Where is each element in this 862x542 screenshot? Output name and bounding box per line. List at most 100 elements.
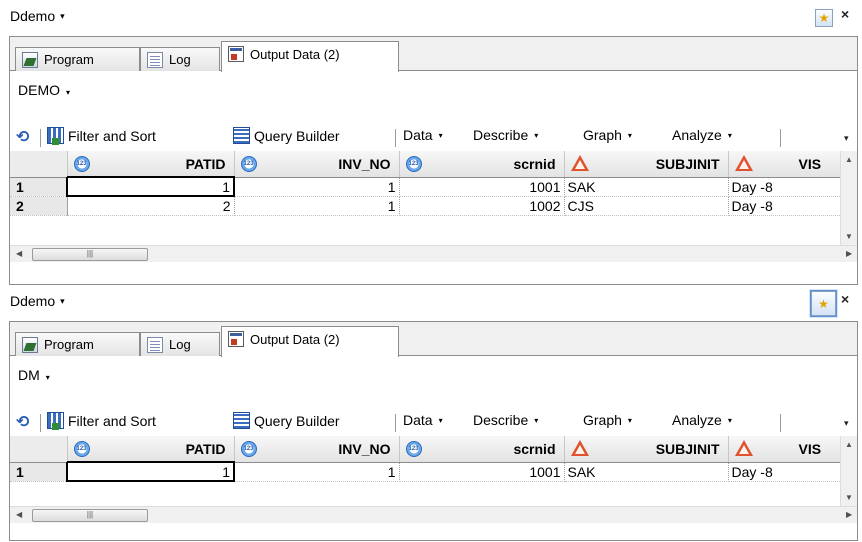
close-icon[interactable]: × xyxy=(841,6,849,22)
chevron-down-icon: ▾ xyxy=(60,11,65,21)
chevron-down-icon: ▾ xyxy=(727,130,732,140)
tab-log[interactable]: Log xyxy=(140,47,220,71)
query-builder-button[interactable]: Query Builder xyxy=(233,412,340,429)
column-header-scrnid[interactable]: 123 scrnid xyxy=(399,151,565,178)
refresh-button[interactable]: ⟲ xyxy=(16,127,36,146)
horizontal-scroll-thumb[interactable]: ||| xyxy=(32,509,148,522)
column-header-subjinit[interactable]: SUBJINIT xyxy=(564,436,729,463)
toolbar-separator xyxy=(40,129,41,147)
table-cell[interactable]: SAK xyxy=(564,462,729,482)
table-cell[interactable]: 1 xyxy=(234,462,400,482)
filter-and-sort-label: Filter and Sort xyxy=(68,412,156,429)
grip-icon: ||| xyxy=(86,510,94,519)
horizontal-scrollbar[interactable]: ◀ ||| ▶ xyxy=(10,506,857,523)
table-cell[interactable]: Day -8 xyxy=(728,462,857,482)
table-cell[interactable]: 1001 xyxy=(399,462,565,482)
horizontal-scrollbar[interactable]: ◀ ||| ▶ xyxy=(10,245,857,262)
table-row: 2 2 1 1002 CJS Day -8 xyxy=(10,196,857,216)
table-cell[interactable]: SAK xyxy=(564,177,729,197)
scroll-left-arrow-icon[interactable]: ◀ xyxy=(16,510,22,519)
describe-menu[interactable]: Describe ▾ xyxy=(473,127,538,143)
toolbar-overflow-icon[interactable]: ▾ xyxy=(844,419,849,428)
vertical-scrollbar[interactable]: ▲ ▼ xyxy=(840,436,857,506)
chevron-down-icon: ▾ xyxy=(627,415,632,425)
chevron-down-icon: ▾ xyxy=(534,130,539,140)
table-cell-selected[interactable]: 1 xyxy=(66,176,235,197)
table-cell[interactable]: 1001 xyxy=(399,177,565,197)
graph-menu[interactable]: Graph ▾ xyxy=(583,412,632,428)
tab-strip: Program Log Output Data (2) xyxy=(10,322,857,357)
column-header-label: VIS xyxy=(798,440,822,457)
column-header-label: PATID xyxy=(185,155,226,172)
numeric-column-icon: 123 xyxy=(405,156,422,172)
tab-program[interactable]: Program xyxy=(15,47,140,71)
pane-title-dropdown[interactable]: Ddemo ▾ xyxy=(10,8,65,24)
chevron-down-icon: ▾ xyxy=(438,415,443,425)
describe-menu[interactable]: Describe ▾ xyxy=(473,412,538,428)
data-grid: 123 PATID 123 INV_NO 123 scrnid SUBJINIT VI… xyxy=(10,436,857,506)
scroll-left-arrow-icon[interactable]: ◀ xyxy=(16,249,22,258)
scroll-right-arrow-icon[interactable]: ▶ xyxy=(846,510,852,519)
dataset-dropdown[interactable]: DEMO ▾ xyxy=(18,82,70,98)
header-row: 123 PATID 123 INV_NO 123 scrnid SUBJINIT VI… xyxy=(10,151,857,178)
table-cell[interactable]: 2 xyxy=(67,196,235,216)
query-builder-label: Query Builder xyxy=(254,412,340,429)
tab-log[interactable]: Log xyxy=(140,332,220,356)
column-header-label: scrnid xyxy=(513,155,556,172)
toolbar-separator xyxy=(780,129,781,147)
corner-cell[interactable] xyxy=(10,151,68,178)
column-header-inv-no[interactable]: 123 INV_NO xyxy=(234,151,400,178)
analyze-menu[interactable]: Analyze ▾ xyxy=(672,412,732,428)
pin-window-icon[interactable]: ★ xyxy=(815,9,833,27)
table-row: 1 1 1 1001 SAK Day -8 xyxy=(10,461,857,482)
refresh-icon: ⟲ xyxy=(16,129,30,146)
scroll-down-arrow-icon[interactable]: ▼ xyxy=(845,232,853,241)
row-header[interactable]: 1 xyxy=(10,462,68,482)
column-header-inv-no[interactable]: 123 INV_NO xyxy=(234,436,400,463)
table-cell-selected[interactable]: 1 xyxy=(66,461,235,482)
corner-cell[interactable] xyxy=(10,436,68,463)
data-menu[interactable]: Data ▾ xyxy=(403,412,443,428)
horizontal-scroll-thumb[interactable]: ||| xyxy=(32,248,148,261)
scroll-up-arrow-icon[interactable]: ▲ xyxy=(845,155,853,164)
filter-and-sort-button[interactable]: Filter and Sort xyxy=(47,412,156,430)
scroll-right-arrow-icon[interactable]: ▶ xyxy=(846,249,852,258)
tab-output-data[interactable]: Output Data (2) xyxy=(221,41,399,72)
query-builder-icon xyxy=(233,412,250,429)
column-header-vis[interactable]: VIS xyxy=(728,436,857,463)
refresh-button[interactable]: ⟲ xyxy=(16,412,36,431)
table-cell[interactable]: 1 xyxy=(234,177,400,197)
table-cell[interactable]: CJS xyxy=(564,196,729,216)
column-header-scrnid[interactable]: 123 scrnid xyxy=(399,436,565,463)
close-icon[interactable]: × xyxy=(841,291,849,307)
pane-title-dropdown[interactable]: Ddemo ▾ xyxy=(10,293,65,309)
row-header[interactable]: 2 xyxy=(10,196,68,216)
graph-menu[interactable]: Graph ▾ xyxy=(583,127,632,143)
column-header-label: PATID xyxy=(185,440,226,457)
column-header-patid[interactable]: 123 PATID xyxy=(67,436,235,463)
pane-title-bar: Ddemo ▾ ★ × xyxy=(0,285,862,321)
column-header-patid[interactable]: 123 PATID xyxy=(67,151,235,178)
column-header-subjinit[interactable]: SUBJINIT xyxy=(564,151,729,178)
analyze-menu[interactable]: Analyze ▾ xyxy=(672,127,732,143)
data-menu[interactable]: Data ▾ xyxy=(403,127,443,143)
numeric-column-icon: 123 xyxy=(405,441,422,457)
dataset-dropdown[interactable]: DM ▾ xyxy=(18,367,50,383)
row-header[interactable]: 1 xyxy=(10,177,68,197)
tab-program[interactable]: Program xyxy=(15,332,140,356)
table-cell[interactable]: 1 xyxy=(234,196,400,216)
table-cell[interactable]: Day -8 xyxy=(728,177,857,197)
table-row: 1 1 1 1001 SAK Day -8 xyxy=(10,176,857,197)
tab-output-data[interactable]: Output Data (2) xyxy=(221,326,399,357)
query-builder-button[interactable]: Query Builder xyxy=(233,127,340,144)
table-cell[interactable]: Day -8 xyxy=(728,196,857,216)
column-header-vis[interactable]: VIS xyxy=(728,151,857,178)
vertical-scrollbar[interactable]: ▲ ▼ xyxy=(840,151,857,245)
pin-window-icon[interactable]: ★ xyxy=(810,290,837,317)
scroll-up-arrow-icon[interactable]: ▲ xyxy=(845,440,853,449)
filter-and-sort-button[interactable]: Filter and Sort xyxy=(47,127,156,145)
graph-menu-label: Graph xyxy=(583,127,622,143)
table-cell[interactable]: 1002 xyxy=(399,196,565,216)
scroll-down-arrow-icon[interactable]: ▼ xyxy=(845,493,853,502)
toolbar-overflow-icon[interactable]: ▾ xyxy=(844,134,849,143)
